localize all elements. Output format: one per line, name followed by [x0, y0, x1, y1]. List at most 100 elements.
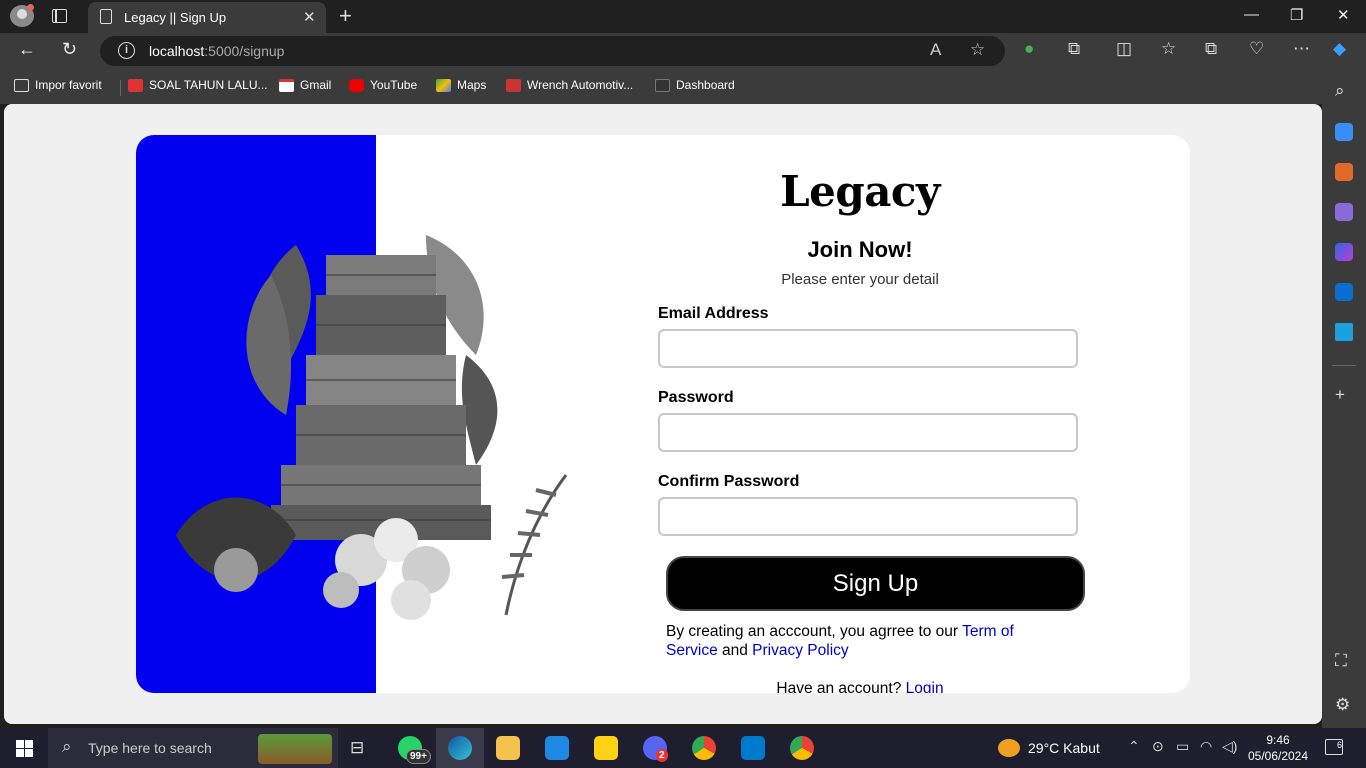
dashboard-icon [655, 78, 670, 92]
task-view-icon[interactable]: ⊟ [350, 738, 364, 758]
terms-text: By creating an acccount, you agrree to o… [666, 622, 1026, 660]
send-icon[interactable] [1335, 323, 1353, 341]
copilot-sidebar-icon[interactable] [1335, 243, 1353, 261]
vscode-icon[interactable] [741, 736, 765, 760]
tab-actions-icon[interactable] [52, 9, 67, 23]
windows-start-icon[interactable] [16, 740, 33, 757]
search-placeholder: Type here to search [88, 740, 212, 756]
pdf-icon [128, 78, 143, 92]
page-icon [100, 9, 112, 24]
site-info-icon[interactable]: i [118, 42, 135, 59]
add-icon[interactable]: + [1335, 385, 1345, 405]
mail-icon[interactable] [545, 736, 569, 760]
back-icon[interactable]: ← [18, 39, 36, 60]
favorite-star-icon[interactable]: ☆ [970, 40, 985, 60]
terms-prefix: By creating an acccount, you agrree to o… [666, 623, 963, 640]
url-host: localhost [149, 43, 205, 59]
confirm-password-label: Confirm Password [658, 473, 800, 490]
bookmark-gmail[interactable]: Gmail [279, 78, 331, 92]
password-field[interactable] [658, 413, 1078, 452]
clock-time: 9:46 [1266, 733, 1290, 747]
bookmark-label: Gmail [300, 78, 332, 92]
collections-icon[interactable]: ⧉ [1205, 39, 1217, 59]
title-bar: Legacy || Sign Up ✕ + — ❐ ✕ [0, 0, 1366, 33]
signup-button[interactable]: Sign Up [666, 556, 1085, 611]
system-clock[interactable]: 9:46 05/06/2024 [1246, 732, 1310, 764]
bookmark-label: Maps [457, 78, 487, 92]
privacy-policy-link[interactable]: Privacy Policy [752, 642, 848, 659]
profile-notification-dot [27, 4, 34, 11]
sticky-notes-icon[interactable] [594, 736, 618, 760]
outlook-icon[interactable] [1335, 283, 1353, 301]
url-text[interactable]: localhost:5000/signup [149, 43, 284, 59]
new-tab-icon[interactable]: + [339, 3, 352, 29]
bookmark-label: Dashboard [676, 78, 735, 92]
favorites-icon[interactable]: ☆ [1161, 39, 1176, 59]
whatsapp-badge: 99+ [406, 749, 431, 764]
bookmark-wrench[interactable]: Wrench Automotiv... [506, 78, 633, 92]
email-field[interactable] [658, 329, 1078, 368]
page-subtitle: Please enter your detail [781, 271, 939, 288]
bookmark-dashboard[interactable]: Dashboard [655, 78, 735, 92]
bookmark-import-favorites[interactable]: Impor favorit [14, 78, 102, 92]
close-tab-icon[interactable]: ✕ [303, 8, 316, 26]
minimize-icon[interactable]: — [1244, 6, 1259, 23]
extensions-icon[interactable]: ⧉ [1068, 39, 1080, 59]
have-account-text: Have an account? [776, 680, 906, 693]
split-screen-icon[interactable]: ◫ [1116, 39, 1132, 59]
volume-icon[interactable]: ◁) [1222, 738, 1237, 755]
restore-icon[interactable]: ❐ [1290, 6, 1303, 24]
battery-icon[interactable]: ▭ [1176, 738, 1189, 755]
discord-badge: 2 [656, 749, 668, 762]
wifi-icon[interactable]: ◠ [1200, 738, 1212, 755]
search-icon[interactable]: ⌕ [1335, 81, 1345, 101]
games-icon[interactable] [1335, 203, 1353, 221]
bookmark-label: YouTube [370, 78, 418, 92]
more-menu-icon[interactable]: ⋯ [1293, 39, 1310, 59]
address-toolbar: ← ↻ i localhost:5000/signup A ☆ ● ⧉ ◫ ☆ … [0, 33, 1366, 69]
notification-count: 6 [1336, 740, 1342, 750]
copilot-icon[interactable]: ◆ [1333, 39, 1346, 59]
edge-icon[interactable] [448, 736, 472, 760]
chrome-profile-icon[interactable] [790, 736, 814, 760]
weather-widget[interactable]: 29°C Kabut [998, 739, 1100, 757]
bookmark-label: SOAL TAHUN LALU... [149, 78, 268, 92]
login-link[interactable]: Login [906, 680, 944, 693]
url-path: :5000/signup [204, 43, 285, 59]
bookmark-soal[interactable]: SOAL TAHUN LALU... [128, 78, 267, 92]
chrome-icon[interactable] [692, 736, 716, 760]
extension-icon[interactable]: ● [1024, 39, 1034, 59]
address-bar[interactable]: i localhost:5000/signup A ☆ [100, 36, 1005, 66]
temple-illustration [176, 235, 568, 620]
edge-sidebar: ⌕ + ⛶ ⚙ [1322, 69, 1366, 728]
windows-taskbar: ⌕ Type here to search ⊟ 99+ 2 29°C Kabut… [0, 728, 1366, 768]
screenshot-icon[interactable]: ⛶ [1335, 651, 1347, 671]
meet-icon[interactable]: ⊙ [1152, 738, 1164, 755]
taskbar-search[interactable]: ⌕ Type here to search [48, 728, 338, 768]
search-icon: ⌕ [62, 737, 72, 756]
bookmark-youtube[interactable]: YouTube [349, 78, 417, 92]
youtube-icon [349, 78, 364, 92]
page-heading: Join Now! [807, 237, 913, 262]
chevron-up-icon[interactable]: ⌃ [1128, 738, 1140, 755]
bookmark-divider [120, 80, 121, 96]
maps-icon [436, 78, 451, 92]
settings-icon[interactable]: ⚙ [1335, 695, 1350, 715]
notification-icon[interactable]: 6 [1325, 739, 1343, 755]
bookmark-label: Impor favorit [35, 78, 102, 92]
import-icon [14, 78, 29, 92]
terms-and: and [717, 642, 753, 659]
confirm-password-field[interactable] [658, 497, 1078, 536]
bookmark-maps[interactable]: Maps [436, 78, 486, 92]
sidebar-divider [1332, 365, 1356, 366]
performance-icon[interactable]: ♡ [1249, 39, 1264, 59]
email-label: Email Address [658, 305, 769, 322]
tools-icon[interactable] [1335, 163, 1353, 181]
close-window-icon[interactable]: ✕ [1337, 6, 1350, 24]
refresh-icon[interactable]: ↻ [62, 39, 77, 60]
browser-tab-active[interactable]: Legacy || Sign Up ✕ [88, 2, 326, 33]
read-aloud-icon[interactable]: A [930, 40, 941, 60]
shopping-icon[interactable] [1335, 123, 1353, 141]
bookmark-label: Wrench Automotiv... [527, 78, 634, 92]
file-explorer-icon[interactable] [496, 736, 520, 760]
